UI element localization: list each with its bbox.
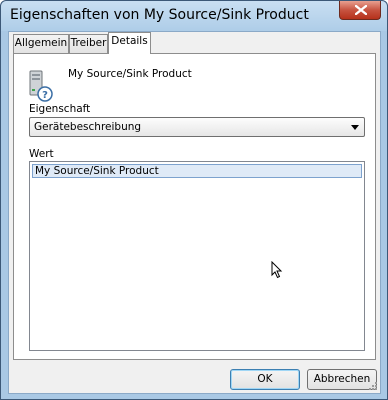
property-selected-value: Gerätebeschreibung — [34, 121, 142, 133]
properties-dialog: Eigenschaften von My Source/Sink Product… — [0, 0, 388, 400]
list-item[interactable]: My Source/Sink Product — [32, 164, 362, 178]
close-button[interactable] — [339, 1, 381, 20]
svg-text:?: ? — [42, 90, 48, 101]
value-label: Wert — [29, 148, 54, 160]
tab-driver[interactable]: Treiber — [69, 34, 108, 53]
value-list[interactable]: My Source/Sink Product — [29, 161, 365, 351]
property-label: Eigenschaft — [29, 103, 91, 115]
dialog-body: Allgemein Treiber Details ? My Source/Si… — [8, 31, 381, 394]
chevron-down-icon — [351, 125, 359, 130]
details-panel: ? My Source/Sink Product Eigenschaft Ger… — [13, 53, 376, 360]
title-bar[interactable]: Eigenschaften von My Source/Sink Product — [1, 1, 387, 31]
window-title: Eigenschaften von My Source/Sink Product — [10, 7, 309, 23]
tab-details[interactable]: Details — [108, 32, 151, 54]
resize-grip-icon[interactable] — [368, 381, 378, 391]
tab-general[interactable]: Allgemein — [13, 34, 69, 53]
close-icon — [355, 5, 367, 15]
ok-button[interactable]: OK — [230, 369, 300, 390]
property-dropdown[interactable]: Gerätebeschreibung — [29, 117, 365, 137]
generic-device-icon: ? — [28, 69, 54, 103]
device-name: My Source/Sink Product — [68, 68, 192, 80]
mouse-pointer-icon — [271, 261, 283, 279]
cancel-button[interactable]: Abbrechen — [307, 369, 377, 390]
